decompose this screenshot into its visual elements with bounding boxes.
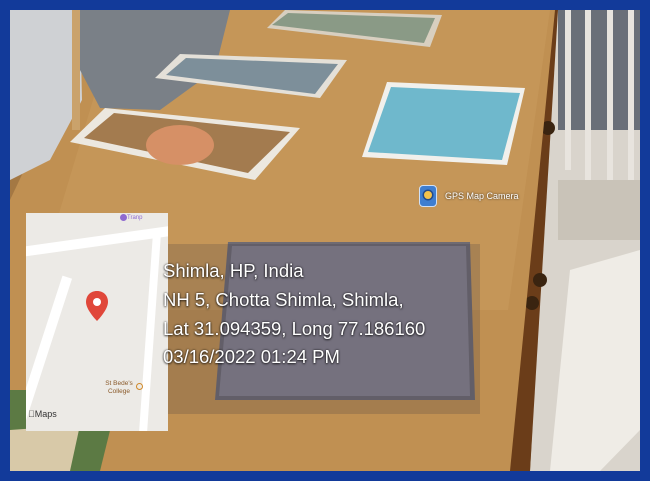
maps-attribution: Maps (28, 409, 57, 419)
map-poi-top: Tranp (127, 215, 143, 221)
apple-logo-icon:  (28, 409, 35, 419)
poi-dot (120, 214, 127, 221)
gps-badge-label: GPS Map Camera (445, 191, 519, 201)
map-road (139, 232, 161, 431)
gps-badge: GPS Map Camera (419, 182, 519, 210)
location-datetime: 03/16/2022 01:24 PM (163, 346, 340, 367)
map-road (26, 221, 168, 259)
map-pin-icon (86, 291, 108, 321)
location-coordinates: Lat 31.094359, Long 77.186160 (163, 318, 426, 339)
location-title: Shimla, HP, India (163, 260, 304, 281)
maps-attribution-label: Maps (28, 409, 57, 419)
photo-frame: Tranp St Bede's College Maps Shimla, HP… (0, 0, 650, 481)
gps-map-camera-icon (419, 185, 437, 207)
map-thumbnail[interactable]: Tranp St Bede's College Maps (26, 213, 168, 431)
college-icon (136, 383, 143, 390)
location-address: NH 5, Chotta Shimla, Shimla, (163, 289, 404, 310)
map-road (26, 275, 73, 431)
